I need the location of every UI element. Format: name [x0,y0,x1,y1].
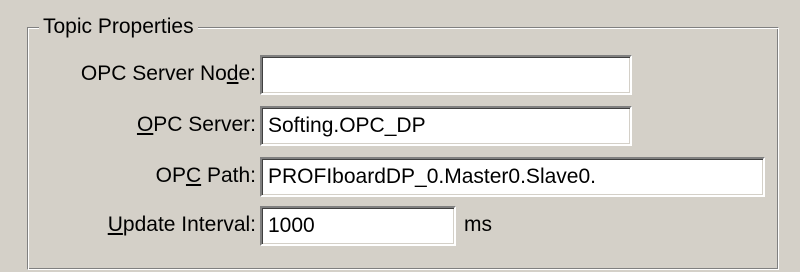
opc-server-label: OPC Server: [136,113,256,136]
opc-server-input[interactable] [260,106,632,146]
opc-server-node-label: OPC Server Node: [80,62,256,85]
update-interval-input[interactable] [260,206,456,246]
mnemonic-d: d [226,62,239,85]
opc-path-label: OPC Path: [155,164,256,187]
update-interval-unit: ms [464,213,492,236]
mnemonic-o: O [136,113,154,136]
opc-path-input[interactable] [260,157,765,197]
mnemonic-u: U [107,213,123,236]
mnemonic-c: C [185,164,202,187]
window-edge [800,0,804,272]
update-interval-label: Update Interval: [107,213,256,236]
groupbox-title: Topic Properties [39,14,198,40]
opc-server-node-input[interactable] [260,55,632,95]
